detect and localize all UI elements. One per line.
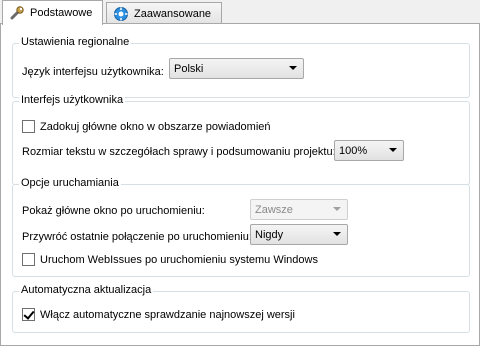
regional-group: Ustawienia regionalne Język interfejsu u… (12, 36, 470, 98)
chevron-down-icon (333, 207, 341, 211)
tab-bar: Podstawowe Zaawansowane (0, 0, 480, 25)
show-window-select[interactable]: Zawsze (250, 199, 348, 220)
regional-group-title: Ustawienia regionalne (19, 36, 132, 48)
auto-update-checkbox[interactable] (22, 308, 35, 321)
update-group: Automatyczna aktualizacja Włącz automaty… (12, 284, 470, 333)
restore-connection-select[interactable]: Nigdy (250, 224, 348, 245)
autostart-checkbox[interactable] (22, 253, 35, 266)
ui-group: Interfejs użytkownika Zadokuj główne okn… (12, 94, 470, 185)
restore-connection-select-value: Nigdy (255, 228, 284, 241)
chevron-down-icon (289, 66, 297, 70)
dock-checkbox-label: Zadokuj główne okno w obszarze powiadomi… (40, 120, 271, 133)
startup-group: Opcje uruchamiania Pokaż główne okno po … (12, 177, 470, 277)
autostart-checkbox-row[interactable]: Uruchom WebIssues po uruchomieniu system… (22, 253, 318, 266)
wrench-icon (9, 5, 25, 21)
restore-connection-label: Przywróć ostatnie połączenie po uruchomi… (22, 231, 252, 243)
dock-checkbox-row[interactable]: Zadokuj główne okno w obszarze powiadomi… (22, 120, 271, 133)
startup-group-title: Opcje uruchamiania (19, 177, 121, 189)
tab-advanced[interactable]: Zaawansowane (106, 2, 222, 24)
autostart-checkbox-label: Uruchom WebIssues po uruchomieniu system… (40, 253, 318, 266)
settings-panel: Ustawienia regionalne Język interfejsu u… (0, 23, 480, 346)
show-window-label: Pokaż główne okno po uruchomieniu: (22, 205, 205, 217)
auto-update-checkbox-label: Włącz automatyczne sprawdzanie najnowsze… (40, 308, 295, 321)
chevron-down-icon (333, 232, 341, 236)
gear-icon (113, 6, 129, 22)
text-size-select-value: 100% (339, 144, 368, 157)
update-group-title: Automatyczna aktualizacja (19, 284, 154, 296)
language-label: Język interfejsu użytkownika: (22, 66, 164, 78)
language-select[interactable]: Polski (169, 58, 304, 79)
tab-basic[interactable]: Podstawowe (2, 0, 103, 25)
language-select-value: Polski (174, 62, 204, 75)
show-window-select-value: Zawsze (255, 203, 293, 216)
auto-update-checkbox-row[interactable]: Włącz automatyczne sprawdzanie najnowsze… (22, 308, 295, 321)
dock-checkbox[interactable] (22, 120, 35, 133)
text-size-select[interactable]: 100% (334, 140, 404, 161)
ui-group-title: Interfejs użytkownika (19, 94, 126, 106)
tab-advanced-label: Zaawansowane (134, 7, 212, 20)
text-size-label: Rozmiar tekstu w szczegółach sprawy i po… (22, 146, 336, 158)
tab-basic-label: Podstawowe (30, 7, 93, 19)
chevron-down-icon (389, 148, 397, 152)
